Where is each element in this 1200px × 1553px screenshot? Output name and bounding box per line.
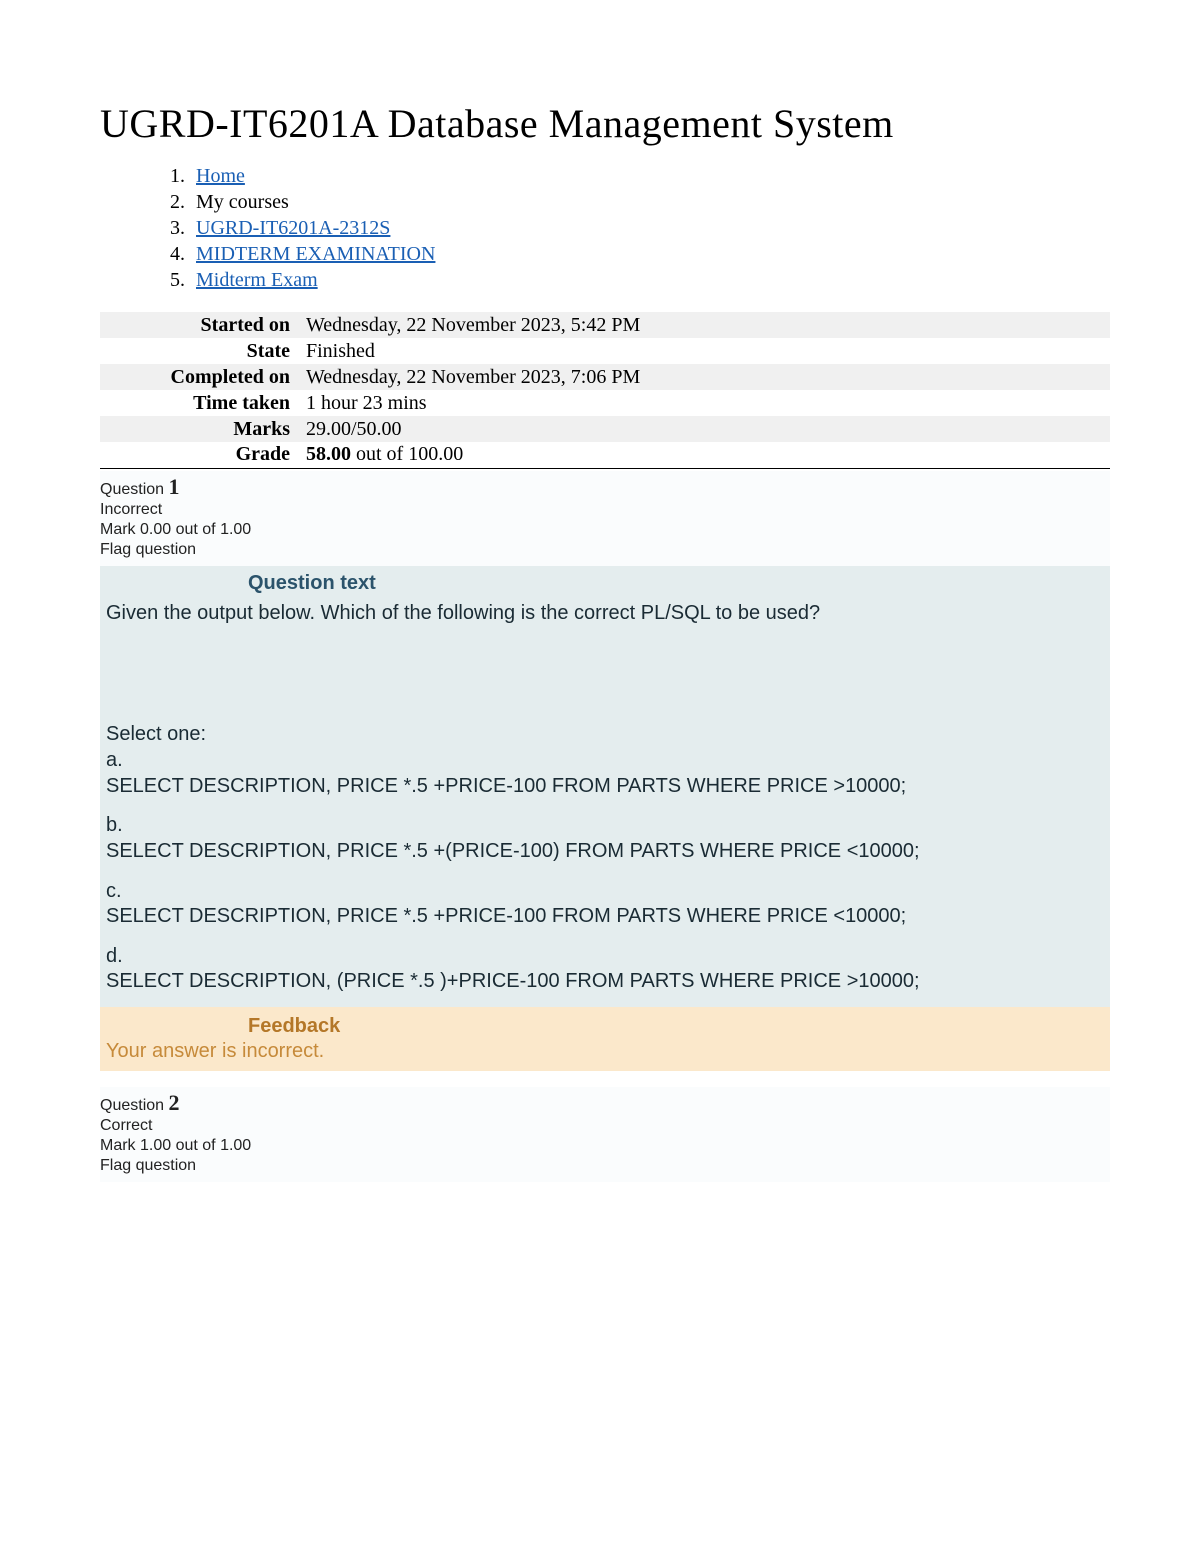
question-2-meta: Question 2 Correct Mark 1.00 out of 1.00… xyxy=(100,1087,1110,1183)
select-one-label: Select one: xyxy=(106,722,1104,748)
options-list: a.SELECT DESCRIPTION, PRICE *.5 +PRICE-1… xyxy=(106,748,1104,995)
breadcrumb-link[interactable]: Midterm Exam xyxy=(196,269,318,291)
option-a[interactable]: a.SELECT DESCRIPTION, PRICE *.5 +PRICE-1… xyxy=(106,748,1104,799)
summary-row: Marks29.00/50.00 xyxy=(100,416,1110,442)
feedback-body: Your answer is incorrect. xyxy=(100,1040,1110,1071)
option-b[interactable]: b.SELECT DESCRIPTION, PRICE *.5 +(PRICE-… xyxy=(106,813,1104,864)
summary-value: 29.00/50.00 xyxy=(300,416,1110,442)
summary-row: Time taken1 hour 23 mins xyxy=(100,390,1110,416)
question-label: Question xyxy=(100,481,168,498)
summary-value: Finished xyxy=(300,338,1110,364)
breadcrumb: Home My courses UGRD-IT6201A-2312S MIDTERM … xyxy=(190,165,1110,292)
option-c[interactable]: c.SELECT DESCRIPTION, PRICE *.5 +PRICE-1… xyxy=(106,879,1104,930)
breadcrumb-link[interactable]: MIDTERM EXAMINATION xyxy=(196,243,435,265)
summary-row: StateFinished xyxy=(100,338,1110,364)
summary-row: Started onWednesday, 22 November 2023, 5… xyxy=(100,312,1110,338)
question-number: 2 xyxy=(168,1090,179,1115)
question-number: 1 xyxy=(168,474,179,499)
option-letter: b. xyxy=(106,813,1104,839)
flag-question-link[interactable]: Flag question xyxy=(100,540,1110,560)
flag-question-link[interactable]: Flag question xyxy=(100,1156,1110,1176)
question-text-header: Question text xyxy=(100,566,1110,597)
question-1: Question 1 Incorrect Mark 0.00 out of 1.… xyxy=(100,471,1110,1071)
summary-label: State xyxy=(100,338,300,364)
feedback-header: Feedback xyxy=(100,1007,1110,1040)
option-text: SELECT DESCRIPTION, (PRICE *.5 )+PRICE-1… xyxy=(106,969,1104,995)
question-status: Incorrect xyxy=(100,500,1110,520)
option-text: SELECT DESCRIPTION, PRICE *.5 +(PRICE-10… xyxy=(106,839,1104,865)
summary-row-grade: Grade58.00 out of 100.00 xyxy=(100,442,1110,468)
summary-label: Started on xyxy=(100,312,300,338)
option-text: SELECT DESCRIPTION, PRICE *.5 +PRICE-100… xyxy=(106,774,1104,800)
option-text: SELECT DESCRIPTION, PRICE *.5 +PRICE-100… xyxy=(106,904,1104,930)
question-2: Question 2 Correct Mark 1.00 out of 1.00… xyxy=(100,1087,1110,1183)
page-title: UGRD-IT6201A Database Management System xyxy=(100,100,1110,147)
question-mark: Mark 1.00 out of 1.00 xyxy=(100,1136,1110,1156)
question-label: Question xyxy=(100,1097,168,1114)
summary-label: Grade xyxy=(100,442,300,468)
summary-value: 1 hour 23 mins xyxy=(300,390,1110,416)
breadcrumb-item-2: UGRD-IT6201A-2312S xyxy=(190,217,1110,240)
summary-value: Wednesday, 22 November 2023, 5:42 PM xyxy=(300,312,1110,338)
option-letter: d. xyxy=(106,944,1104,970)
summary-body: Started onWednesday, 22 November 2023, 5… xyxy=(100,312,1110,468)
summary-value: 58.00 out of 100.00 xyxy=(300,442,1110,468)
summary-value: Wednesday, 22 November 2023, 7:06 PM xyxy=(300,364,1110,390)
summary-label: Time taken xyxy=(100,390,300,416)
option-d[interactable]: d.SELECT DESCRIPTION, (PRICE *.5 )+PRICE… xyxy=(106,944,1104,995)
question-prompt: Given the output below. Which of the fol… xyxy=(106,601,1104,627)
breadcrumb-item-3: MIDTERM EXAMINATION xyxy=(190,243,1110,266)
breadcrumb-item-1: My courses xyxy=(190,191,1110,214)
question-body: Given the output below. Which of the fol… xyxy=(100,597,1110,1007)
option-letter: c. xyxy=(106,879,1104,905)
option-letter: a. xyxy=(106,748,1104,774)
breadcrumb-item-4: Midterm Exam xyxy=(190,269,1110,292)
question-status: Correct xyxy=(100,1116,1110,1136)
summary-label: Completed on xyxy=(100,364,300,390)
breadcrumb-item-0: Home xyxy=(190,165,1110,188)
breadcrumb-link[interactable]: Home xyxy=(196,165,245,187)
breadcrumb-text: My courses xyxy=(196,191,289,213)
summary-row: Completed onWednesday, 22 November 2023,… xyxy=(100,364,1110,390)
breadcrumb-link[interactable]: UGRD-IT6201A-2312S xyxy=(196,217,390,239)
summary-label: Marks xyxy=(100,416,300,442)
question-1-meta: Question 1 Incorrect Mark 0.00 out of 1.… xyxy=(100,471,1110,567)
question-mark: Mark 0.00 out of 1.00 xyxy=(100,520,1110,540)
summary-table: Started onWednesday, 22 November 2023, 5… xyxy=(100,312,1110,469)
